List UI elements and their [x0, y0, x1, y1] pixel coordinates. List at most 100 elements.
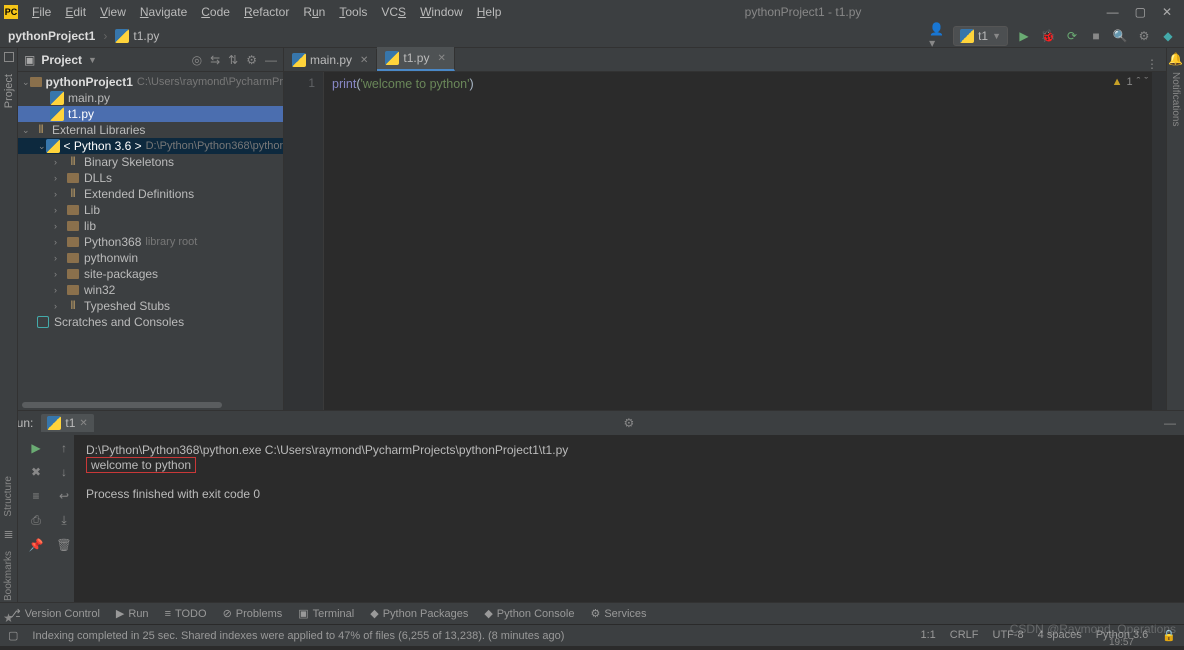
minimize-icon[interactable]: —: [1107, 5, 1119, 19]
menu-vcs[interactable]: VCS: [375, 3, 412, 21]
tree-item[interactable]: ⫴Extended Definitions: [18, 186, 283, 202]
tree-root[interactable]: pythonProject1 C:\Users\raymond\PycharmP…: [18, 74, 283, 90]
tree-item[interactable]: Lib: [18, 202, 283, 218]
tree-file-mainpy[interactable]: main.py: [18, 90, 283, 106]
expand-arrow-icon[interactable]: [54, 237, 66, 247]
project-view-title[interactable]: Project: [41, 53, 82, 67]
lock-icon[interactable]: 🔒: [1162, 629, 1176, 642]
tab-python-packages[interactable]: ◆ Python Packages: [370, 607, 468, 620]
project-tool-icon[interactable]: [4, 52, 14, 62]
code-editor[interactable]: print('welcome to python') ▲ 1 ˆ ˇ: [324, 72, 1166, 410]
expand-arrow-icon[interactable]: [54, 173, 66, 183]
print-icon[interactable]: ⎙: [31, 513, 41, 528]
bookmarks-label[interactable]: Bookmarks: [3, 551, 14, 601]
search-icon[interactable]: 🔍: [1112, 28, 1128, 44]
status-line-sep[interactable]: CRLF: [950, 629, 979, 642]
tab-services[interactable]: ⚙ Services: [590, 607, 646, 620]
rerun-button[interactable]: ▶: [31, 441, 40, 455]
project-tool-label[interactable]: Project: [3, 74, 15, 108]
tree-item[interactable]: pythonwin: [18, 250, 283, 266]
menu-help[interactable]: Help: [471, 3, 508, 21]
collapse-icon[interactable]: ⇅: [228, 53, 238, 67]
expand-arrow-icon[interactable]: [54, 253, 66, 263]
run-tab[interactable]: t1 ✕: [41, 414, 93, 432]
chevron-down-icon[interactable]: ˇ: [1144, 76, 1148, 88]
down-icon[interactable]: ↓: [61, 465, 67, 479]
project-tree[interactable]: pythonProject1 C:\Users\raymond\PycharmP…: [18, 72, 283, 410]
tree-item[interactable]: lib: [18, 218, 283, 234]
tree-item[interactable]: DLLs: [18, 170, 283, 186]
tree-item[interactable]: ⫴Binary Skeletons: [18, 154, 283, 170]
status-position[interactable]: 1:1: [920, 629, 935, 642]
gear-icon[interactable]: ⚙: [246, 53, 257, 67]
expand-arrow-icon[interactable]: [54, 157, 66, 167]
expand-arrow-icon[interactable]: [54, 269, 66, 279]
menu-refactor[interactable]: Refactor: [238, 3, 295, 21]
chevron-up-icon[interactable]: ˆ: [1137, 76, 1141, 88]
structure-label[interactable]: Structure: [3, 476, 14, 517]
maximize-icon[interactable]: ▢: [1135, 5, 1146, 19]
breadcrumb-project[interactable]: pythonProject1: [8, 29, 95, 43]
run-button[interactable]: ▶: [1016, 28, 1032, 44]
menu-edit[interactable]: Edit: [59, 3, 92, 21]
settings-icon[interactable]: ⚙: [1136, 28, 1152, 44]
tree-item[interactable]: ⫴Typeshed Stubs: [18, 298, 283, 314]
run-config-selector[interactable]: t1 ▼: [953, 26, 1008, 46]
error-stripe[interactable]: [1152, 72, 1166, 410]
close-tab-icon[interactable]: ✕: [79, 418, 87, 429]
tree-item[interactable]: Python368library root: [18, 234, 283, 250]
tree-external-libraries[interactable]: ⫴ External Libraries: [18, 122, 283, 138]
close-tab-icon[interactable]: ✕: [437, 53, 445, 64]
horizontal-scrollbar[interactable]: [18, 402, 283, 410]
user-icon[interactable]: 👤▾: [929, 28, 945, 44]
expand-arrow-icon[interactable]: [54, 205, 66, 215]
run-with-coverage-button[interactable]: ⟳: [1064, 28, 1080, 44]
tab-todo[interactable]: ≡ TODO: [165, 608, 207, 620]
expand-arrow-icon[interactable]: [54, 285, 66, 295]
menu-navigate[interactable]: Navigate: [134, 3, 193, 21]
breadcrumb-file[interactable]: t1.py: [133, 29, 159, 43]
notifications-icon[interactable]: 🔔: [1168, 52, 1183, 66]
layout-icon[interactable]: ≡: [32, 489, 39, 503]
tab-mainpy[interactable]: main.py ✕: [284, 49, 377, 71]
soft-wrap-icon[interactable]: ↩: [59, 489, 69, 503]
menu-file[interactable]: File: [26, 3, 57, 21]
tab-terminal[interactable]: ▣ Terminal: [298, 607, 354, 620]
menu-code[interactable]: Code: [195, 3, 236, 21]
bookmarks-icon[interactable]: ★: [3, 611, 14, 625]
expand-arrow-icon[interactable]: [54, 301, 66, 311]
menu-view[interactable]: View: [94, 3, 132, 21]
hide-icon[interactable]: —: [265, 53, 277, 67]
scroll-end-icon[interactable]: ⤓: [61, 513, 66, 528]
menu-window[interactable]: Window: [414, 3, 469, 21]
tree-python-env[interactable]: < Python 3.6 > D:\Python\Python368\pytho…: [18, 138, 283, 154]
expand-arrow-icon[interactable]: [54, 221, 66, 231]
tree-file-t1py[interactable]: t1.py: [18, 106, 283, 122]
notifications-label[interactable]: Notifications: [1170, 72, 1181, 126]
status-encoding[interactable]: UTF-8: [993, 629, 1024, 642]
close-icon[interactable]: ✕: [1162, 5, 1172, 19]
tab-run[interactable]: ▶ Run: [116, 607, 149, 620]
tab-t1py[interactable]: t1.py ✕: [377, 47, 454, 71]
stop-button[interactable]: ✖: [31, 465, 41, 479]
target-icon[interactable]: ◎: [192, 53, 202, 67]
inspection-widget[interactable]: ▲ 1 ˆ ˇ: [1112, 76, 1148, 88]
up-icon[interactable]: ↑: [61, 441, 67, 455]
breadcrumb[interactable]: pythonProject1 › t1.py: [8, 29, 159, 43]
stop-button[interactable]: ■: [1088, 28, 1104, 44]
menu-tools[interactable]: Tools: [333, 3, 373, 21]
tree-scratches[interactable]: Scratches and Consoles: [18, 314, 283, 330]
expand-icon[interactable]: ⇆: [210, 53, 220, 67]
close-tab-icon[interactable]: ✕: [360, 55, 368, 66]
status-indent[interactable]: 4 spaces: [1038, 629, 1082, 642]
structure-icon[interactable]: ≣: [3, 527, 13, 541]
tree-item[interactable]: site-packages: [18, 266, 283, 282]
run-output[interactable]: D:\Python\Python368\python.exe C:\Users\…: [74, 435, 1184, 602]
tab-problems[interactable]: ⊘ Problems: [223, 607, 283, 620]
more-tabs-icon[interactable]: ⋮: [1138, 57, 1166, 71]
expand-arrow-icon[interactable]: [22, 125, 34, 136]
tab-version-control[interactable]: ⎇ Version Control: [8, 607, 100, 620]
expand-arrow-icon[interactable]: [22, 77, 30, 88]
pin-icon[interactable]: 📌: [29, 538, 44, 552]
tree-item[interactable]: win32: [18, 282, 283, 298]
